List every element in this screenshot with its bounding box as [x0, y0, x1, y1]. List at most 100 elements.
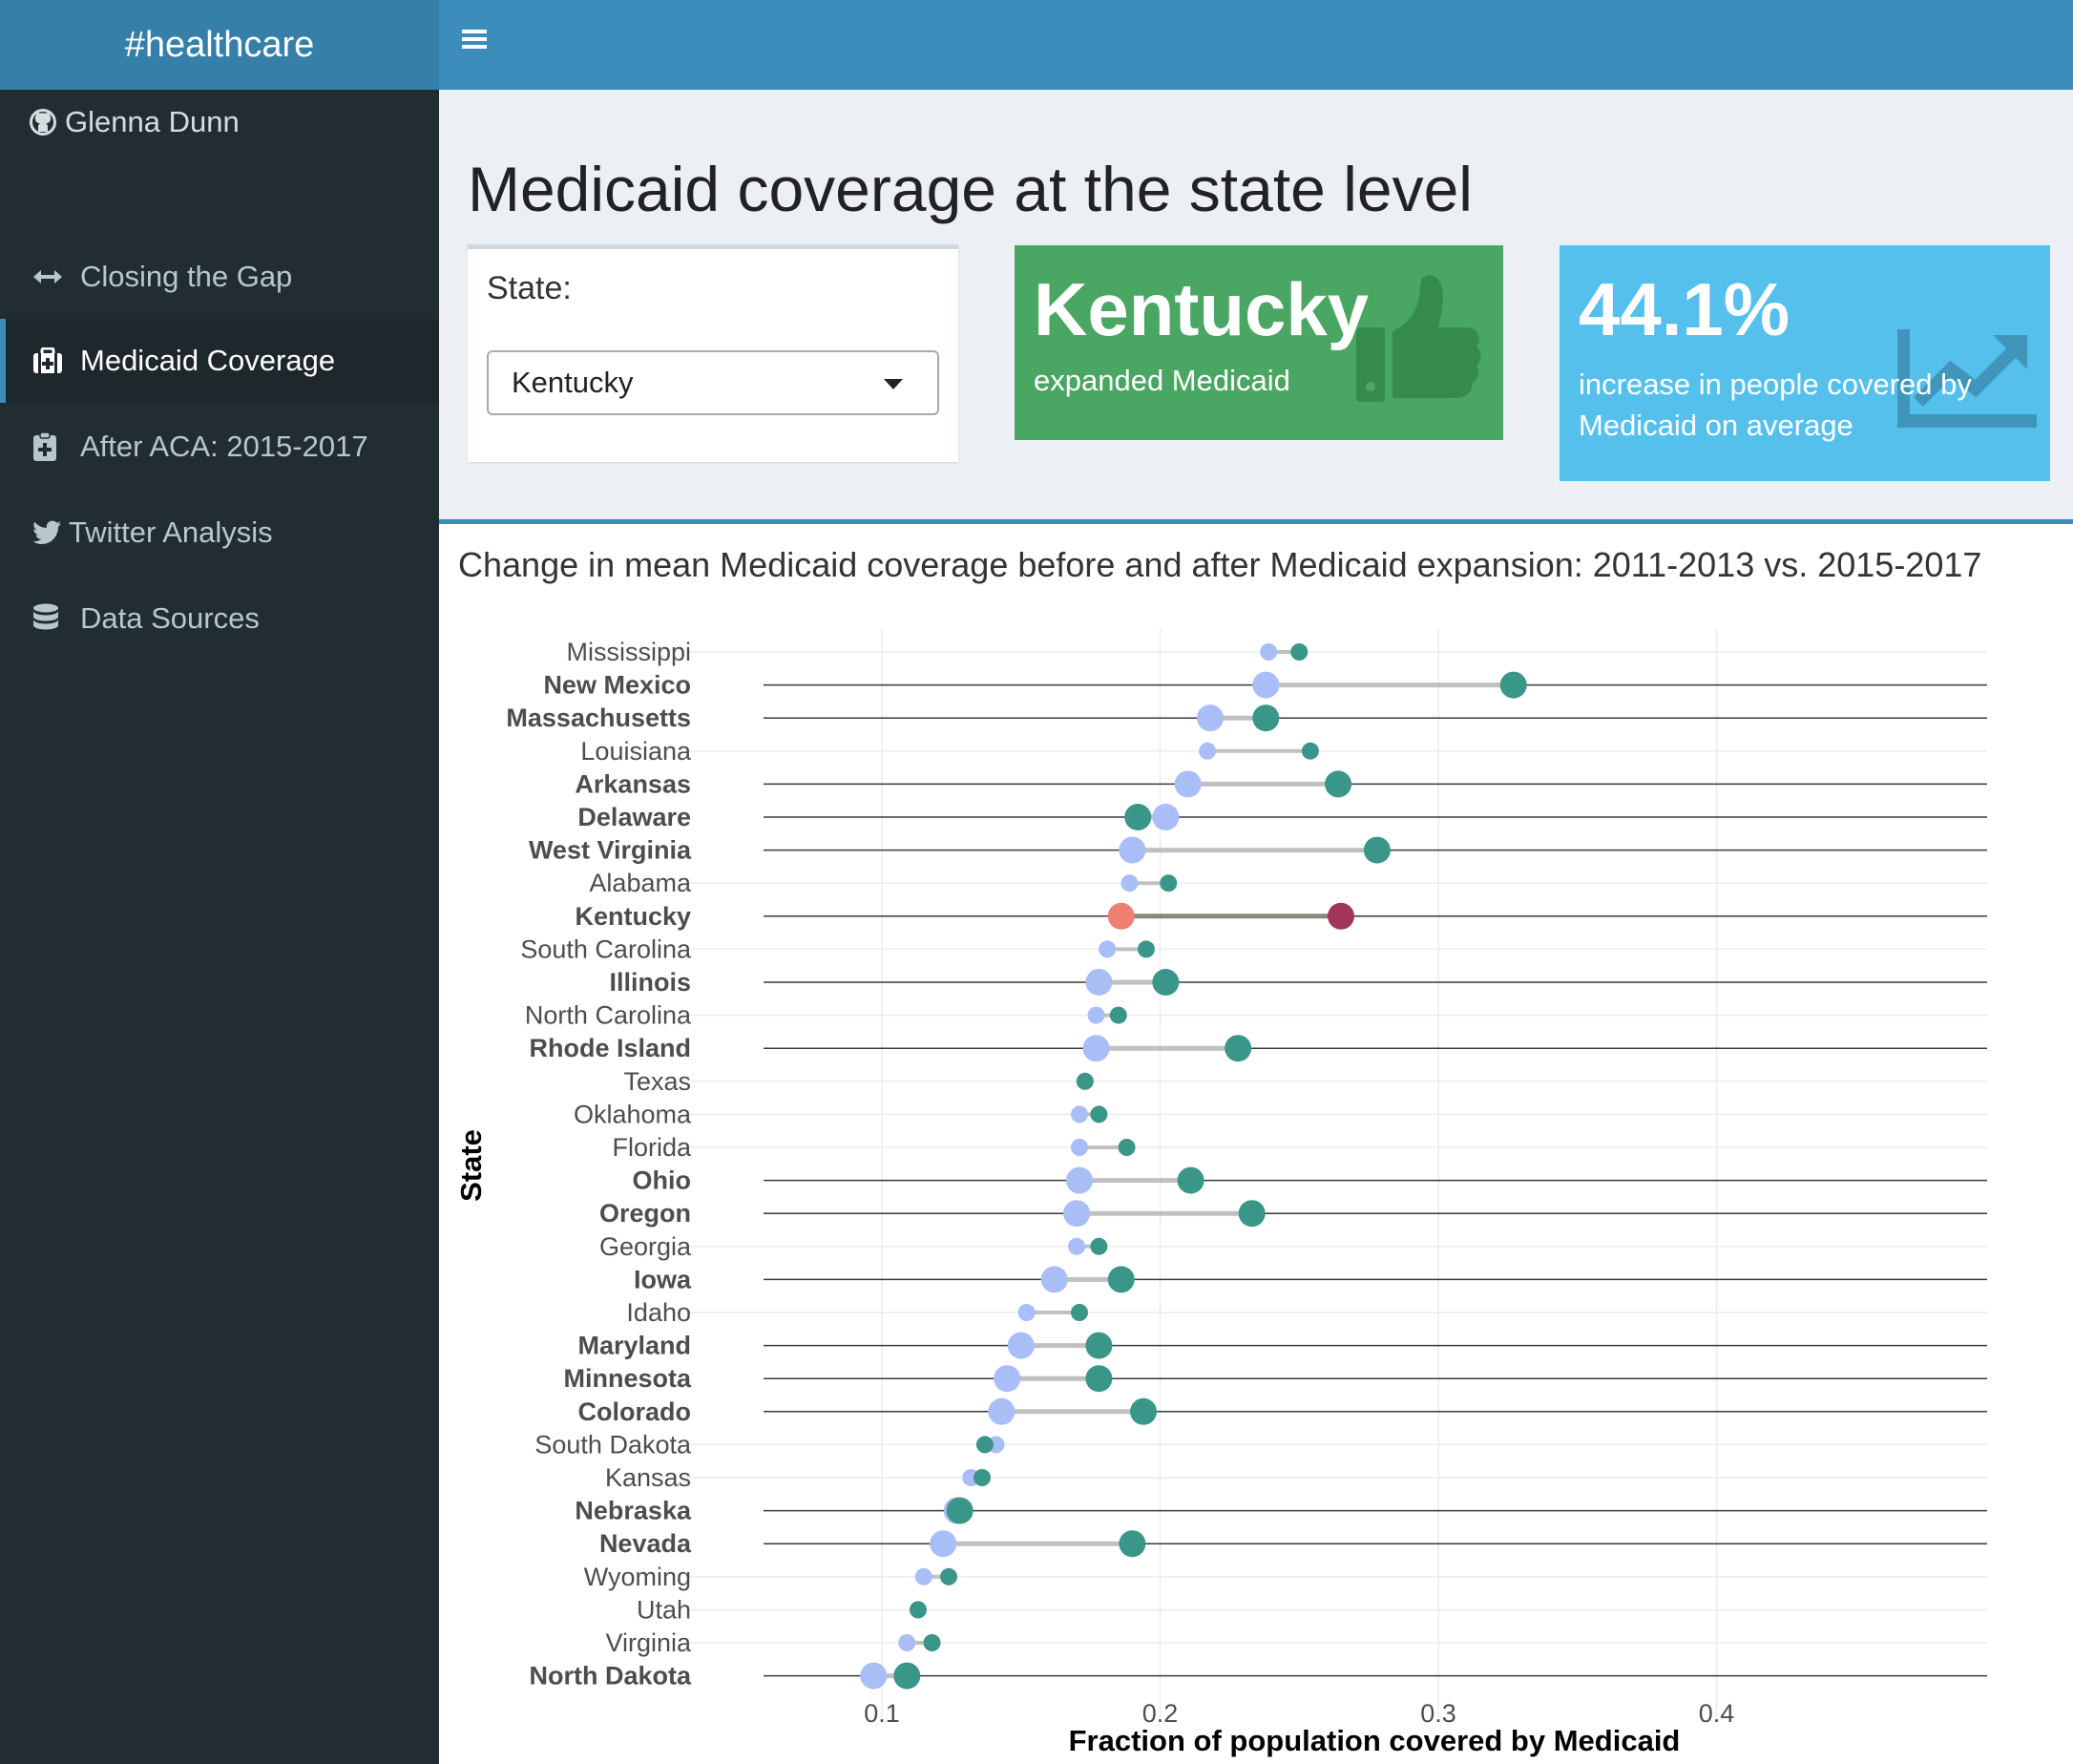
expansion-status-box: Kentucky expanded Medicaid [1015, 245, 1503, 440]
y-tick-label: South Carolina [520, 934, 692, 963]
y-tick-label: Mississippi [566, 638, 691, 666]
point-before [1017, 1304, 1036, 1321]
sidebar-item-after-aca[interactable]: After ACA: 2015-2017 [0, 405, 439, 489]
point-after [1109, 1006, 1127, 1024]
point-before [914, 1567, 932, 1586]
point-after [975, 1436, 994, 1454]
y-tick-label: Wyoming [584, 1563, 691, 1591]
point-after [1325, 770, 1352, 798]
y-tick-label: Georgia [599, 1232, 692, 1261]
y-tick-label: Nebraska [575, 1497, 692, 1525]
point-before [1087, 1006, 1105, 1024]
y-tick-label: Illinois [609, 968, 691, 997]
clipboard-plus-icon [33, 431, 56, 461]
hamburger-icon[interactable] [462, 27, 487, 52]
point-before [988, 1397, 1016, 1425]
point-after [1177, 1166, 1204, 1194]
app-title: #healthcare [124, 24, 315, 65]
point-after [1124, 804, 1152, 830]
point-before [994, 1365, 1021, 1393]
y-tick-label: Idaho [626, 1298, 691, 1327]
point-after [1137, 940, 1155, 958]
y-tick-label: Kansas [605, 1463, 691, 1492]
point-before [1040, 1266, 1068, 1293]
point-after [1090, 1105, 1108, 1124]
point-after [893, 1662, 921, 1690]
sidebar-item-label: Data Sources [80, 601, 260, 635]
point-after [940, 1567, 957, 1586]
point-before [1082, 1035, 1110, 1062]
point-before [1063, 1200, 1091, 1228]
y-tick-label: Minnesota [563, 1364, 691, 1393]
y-tick-label: North Carolina [525, 1001, 692, 1030]
point-before [1119, 836, 1146, 864]
x-tick-label: 0.4 [1699, 1699, 1735, 1728]
point-before [1099, 940, 1117, 958]
sidebar-item-closing-the-gap[interactable]: Closing the Gap [0, 235, 439, 319]
y-tick-label: Kentucky [575, 902, 691, 931]
point-after [1119, 1530, 1146, 1558]
point-before [1174, 770, 1202, 798]
point-before [860, 1662, 888, 1690]
point-after [946, 1497, 974, 1524]
point-after [1160, 874, 1178, 892]
point-after [1085, 1332, 1113, 1359]
point-before [1120, 874, 1139, 892]
point-before [898, 1634, 916, 1651]
point-before [1085, 969, 1113, 996]
y-tick-label: Arkansas [575, 769, 691, 798]
sidebar-item-label: Medicaid Coverage [80, 344, 336, 377]
y-tick-label: Utah [637, 1595, 691, 1624]
state-selector-box: State: Kentucky [468, 244, 958, 462]
sidebar-item-twitter-analysis[interactable]: Twitter Analysis [0, 491, 439, 575]
point-after [1290, 643, 1309, 661]
point-after [1328, 902, 1354, 930]
point-after [1301, 742, 1319, 760]
point-after [1225, 1035, 1252, 1062]
point-before [930, 1530, 957, 1558]
y-tick-label: Massachusetts [506, 704, 691, 732]
medkit-icon [33, 347, 62, 373]
y-tick-label: Oklahoma [574, 1100, 692, 1128]
y-tick-label: Maryland [577, 1332, 691, 1360]
y-tick-label: Delaware [577, 803, 691, 831]
sidebar-item-label: Closing the Gap [80, 260, 293, 293]
point-before [1107, 902, 1135, 930]
author-link[interactable]: Glenna Dunn [29, 105, 240, 139]
chart-panel: Change in mean Medicaid coverage before … [439, 519, 2073, 1764]
arrows-h-icon [33, 270, 62, 284]
y-tick-label: Colorado [578, 1397, 692, 1426]
point-after [1152, 969, 1180, 996]
dumbbell-chart: Mississippi New Mexico Massachusetts Louisi… [454, 629, 1987, 1757]
app-logo[interactable]: #healthcare [0, 0, 439, 90]
point-after [909, 1601, 927, 1619]
y-tick-label: New Mexico [543, 671, 691, 700]
y-tick-label: Iowa [634, 1265, 692, 1293]
point-after [1076, 1072, 1094, 1090]
point-before [1260, 643, 1278, 661]
point-before [1068, 1237, 1086, 1255]
sidebar-item-medicaid-coverage[interactable]: Medicaid Coverage [0, 319, 439, 403]
chevron-down-icon [884, 379, 903, 389]
point-before [1152, 804, 1180, 830]
y-tick-label: Oregon [599, 1199, 691, 1228]
state-select[interactable]: Kentucky [487, 350, 939, 415]
point-after [1499, 671, 1527, 699]
increase-value: 44.1% [1579, 267, 1790, 351]
point-after [923, 1634, 941, 1651]
point-before [1197, 704, 1224, 732]
point-after [1130, 1397, 1158, 1425]
sidebar-item-label: Twitter Analysis [69, 515, 273, 549]
github-icon [30, 109, 56, 136]
y-tick-label: North Dakota [529, 1662, 691, 1690]
x-axis-title: Fraction of population covered by Medica… [1069, 1724, 1681, 1757]
point-after [1107, 1266, 1135, 1293]
status-subtitle: expanded Medicaid [1034, 364, 1290, 397]
y-tick-label: Virginia [605, 1628, 692, 1657]
point-after [1252, 704, 1280, 732]
y-tick-label: Louisiana [580, 737, 692, 766]
sidebar-item-data-sources[interactable]: Data Sources [0, 577, 439, 661]
database-icon [33, 603, 58, 630]
point-before [1066, 1166, 1093, 1194]
y-tick-label: South Dakota [534, 1430, 692, 1459]
